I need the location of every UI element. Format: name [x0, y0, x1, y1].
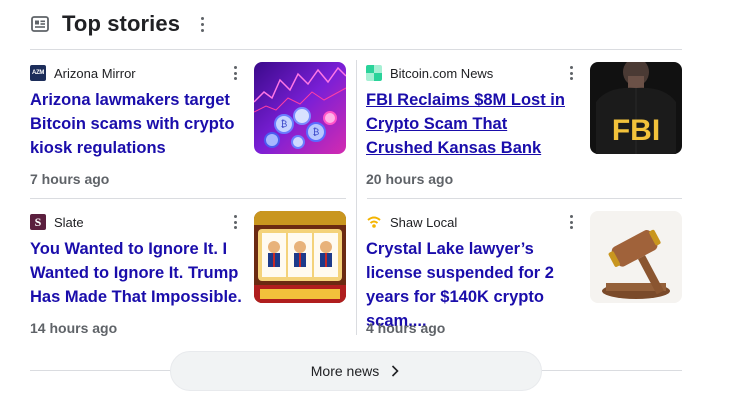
story-options-icon[interactable] [564, 64, 578, 82]
story-time: 20 hours ago [366, 171, 454, 187]
logo-text: AZM [31, 70, 45, 76]
logo-text: S [34, 214, 42, 229]
story-card-bitcoin-com-news[interactable]: Bitcoin.com News FBI Reclaims $8M Lost i… [366, 62, 682, 202]
source-name: Bitcoin.com News [390, 65, 494, 81]
story-headline[interactable]: You Wanted to Ignore It. I Wanted to Ign… [30, 237, 242, 309]
story-card-arizona-mirror[interactable]: AZM Arizona Mirror Arizona lawmakers tar… [30, 62, 346, 202]
source-name: Shaw Local [390, 214, 458, 230]
story-source: Shaw Local [366, 213, 457, 231]
story-card-slate[interactable]: S Slate You Wanted to Ignore It. I Wante… [30, 211, 346, 351]
story-headline[interactable]: Crystal Lake lawyer’s license suspended … [366, 237, 578, 333]
divider [356, 60, 357, 335]
more-options-icon[interactable] [194, 14, 210, 34]
slot-machine-jackpot-image[interactable] [254, 211, 346, 303]
chevron-right-icon [389, 365, 401, 377]
story-headline[interactable]: Arizona lawmakers target Bitcoin scams w… [30, 88, 242, 160]
story-card-shaw-local[interactable]: Shaw Local Crystal Lake lawyer’s license… [366, 211, 682, 351]
more-news-label: More news [310, 363, 380, 379]
source-name: Slate [54, 214, 84, 230]
shaw-local-logo-icon [366, 214, 382, 230]
story-source: AZM Arizona Mirror [30, 64, 136, 82]
story-options-icon[interactable] [228, 64, 242, 82]
judge-gavel-image[interactable] [590, 211, 682, 303]
fbi-agent-jacket-image[interactable]: FBI [590, 62, 682, 154]
story-options-icon[interactable] [228, 213, 242, 231]
arizona-mirror-logo-icon: AZM [30, 65, 46, 81]
newspaper-icon [30, 14, 50, 34]
svg-text:₿: ₿ [313, 127, 320, 138]
bitcoin-coins-neon-image[interactable]: ₿ ₿ [254, 62, 346, 154]
source-name: Arizona Mirror [54, 65, 136, 81]
svg-text:₿: ₿ [281, 119, 288, 130]
divider [30, 49, 682, 50]
more-news-button[interactable]: More news [170, 351, 542, 391]
story-time: 4 hours ago [366, 320, 446, 336]
story-time: 7 hours ago [30, 171, 110, 187]
svg-text:FBI: FBI [612, 114, 660, 147]
section-title: Top stories [62, 11, 181, 36]
slate-logo-icon: S [30, 214, 46, 230]
story-source: Bitcoin.com News [366, 64, 493, 82]
bitcoin-com-logo-icon [366, 65, 382, 81]
story-headline[interactable]: FBI Reclaims $8M Lost in Crypto Scam Tha… [366, 88, 578, 160]
story-time: 14 hours ago [30, 320, 118, 336]
story-options-icon[interactable] [564, 213, 578, 231]
top-stories-header: Top stories [30, 10, 210, 38]
story-source: S Slate [30, 213, 84, 231]
